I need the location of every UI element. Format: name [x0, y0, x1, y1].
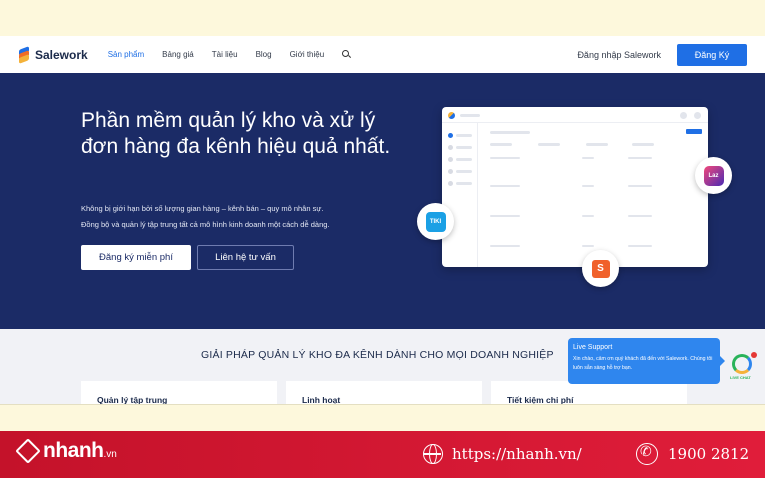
signup-button[interactable]: Đăng Ký	[677, 43, 747, 66]
notification-dot	[751, 352, 757, 358]
login-link[interactable]: Đăng nhập Salework	[577, 50, 661, 60]
nav-right: Đăng nhập Salework Đăng Ký	[577, 43, 747, 66]
hero-subtitle-line-1: Không bị giới hạn bởi số lượng gian hàng…	[81, 204, 324, 213]
hero-subtitle-line-2: Đồng bộ và quản lý tập trung tất cả mô h…	[81, 220, 330, 229]
livechat-widget-button[interactable]: LIVE CHAT	[729, 352, 757, 382]
website-url[interactable]: https://nhanh.vn/	[452, 445, 582, 463]
hero-subtitle: Không bị giới hạn bởi số lượng gian hàng…	[81, 201, 401, 233]
free-signup-button[interactable]: Đăng ký miễn phí	[81, 245, 191, 270]
globe-icon	[423, 444, 443, 464]
tiki-badge: TIKI	[417, 203, 454, 240]
nav-link-products[interactable]: Sản phẩm	[108, 50, 144, 59]
nav-link-about[interactable]: Giới thiệu	[290, 50, 325, 59]
tiki-icon: TIKI	[425, 211, 446, 232]
hero-title: Phần mềm quản lý kho và xử lý đơn hàng đ…	[81, 109, 391, 158]
lazada-badge: Laz	[695, 157, 732, 194]
nhanh-brand-name: nhanh	[43, 439, 104, 462]
salework-logo[interactable]: Salework	[18, 45, 88, 64]
hotline-number[interactable]: 1900 2812	[668, 445, 749, 463]
shopee-bag-icon: S	[591, 259, 610, 278]
nhanh-brand-tld: .vn	[103, 449, 117, 460]
nav-link-docs[interactable]: Tài liệu	[212, 50, 238, 59]
nhanh-logo: nhanh .vn	[16, 439, 117, 463]
phone-icon	[636, 443, 658, 465]
mockup-logo-icon	[448, 112, 455, 119]
contact-button[interactable]: Liên hệ tư vấn	[197, 245, 294, 270]
search-icon[interactable]	[342, 50, 351, 59]
shopee-badge: S	[582, 250, 619, 287]
live-support-popup[interactable]: Live Support Xin chào, cảm ơn quý khách …	[568, 338, 725, 384]
nav-link-blog[interactable]: Blog	[256, 50, 272, 59]
nav-links: Sản phẩm Bảng giá Tài liệu Blog Giới thi…	[108, 50, 351, 59]
chat-bubble-icon	[732, 354, 752, 374]
live-support-title: Live Support	[573, 344, 613, 351]
brand-name: Salework	[35, 47, 88, 62]
livechat-label: LIVE CHAT	[730, 375, 751, 380]
salework-logo-icon	[18, 45, 30, 64]
nhanh-logo-icon	[16, 439, 40, 463]
nav-link-pricing[interactable]: Bảng giá	[162, 50, 194, 59]
solutions-title: GIẢI PHÁP QUẢN LÝ KHO ĐA KÊNH DÀNH CHO M…	[201, 349, 554, 361]
site-navbar: Salework Sản phẩm Bảng giá Tài liệu Blog…	[0, 36, 765, 73]
live-support-message: Xin chào, cảm ơn quý khách đã đến với Sa…	[573, 356, 713, 371]
cream-band	[0, 404, 765, 431]
lazada-icon: Laz	[703, 165, 724, 186]
nhanh-brand-bar: nhanh .vn https://nhanh.vn/ 1900 2812	[0, 431, 765, 478]
dashboard-mockup-image	[442, 107, 708, 267]
hero-section: Phần mềm quản lý kho và xử lý đơn hàng đ…	[0, 73, 765, 329]
top-margin	[0, 0, 765, 36]
